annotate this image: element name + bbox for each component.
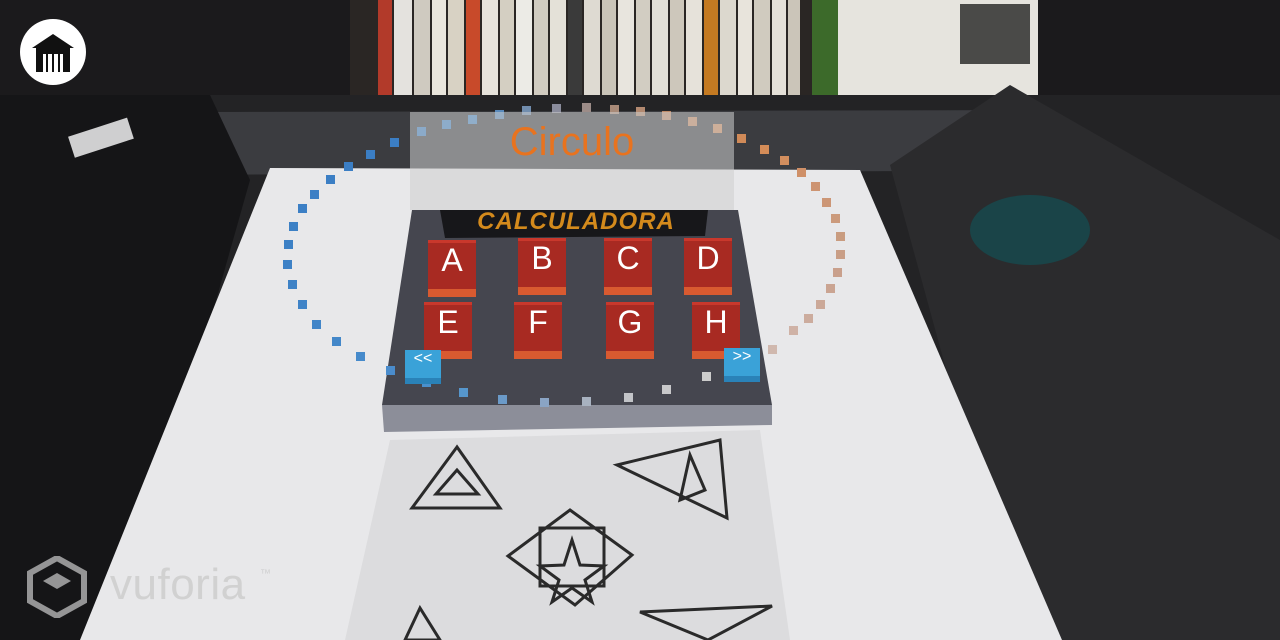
home-button[interactable]: [20, 19, 86, 85]
key-c[interactable]: C: [604, 238, 652, 287]
key-d[interactable]: D: [684, 238, 732, 287]
key-e[interactable]: E: [424, 302, 472, 351]
calculadora-banner: CALCULADORA: [452, 208, 700, 238]
shape-title: Circulo: [509, 120, 635, 164]
key-h[interactable]: H: [692, 302, 740, 351]
vuforia-logo-icon: [27, 556, 87, 618]
ar-camera-view: Circulo CALCULADORA A B C D E F G H << >…: [0, 0, 1280, 640]
key-g[interactable]: G: [606, 302, 654, 351]
home-icon: [32, 34, 74, 72]
key-b[interactable]: B: [518, 238, 566, 287]
key-a[interactable]: A: [428, 240, 476, 289]
key-f[interactable]: F: [514, 302, 562, 351]
vuforia-trademark: ™: [260, 568, 271, 580]
banner-text: CALCULADORA: [477, 208, 675, 235]
vuforia-watermark: vuforia: [110, 560, 246, 609]
prev-button[interactable]: <<: [405, 350, 441, 378]
next-button[interactable]: >>: [724, 348, 760, 376]
